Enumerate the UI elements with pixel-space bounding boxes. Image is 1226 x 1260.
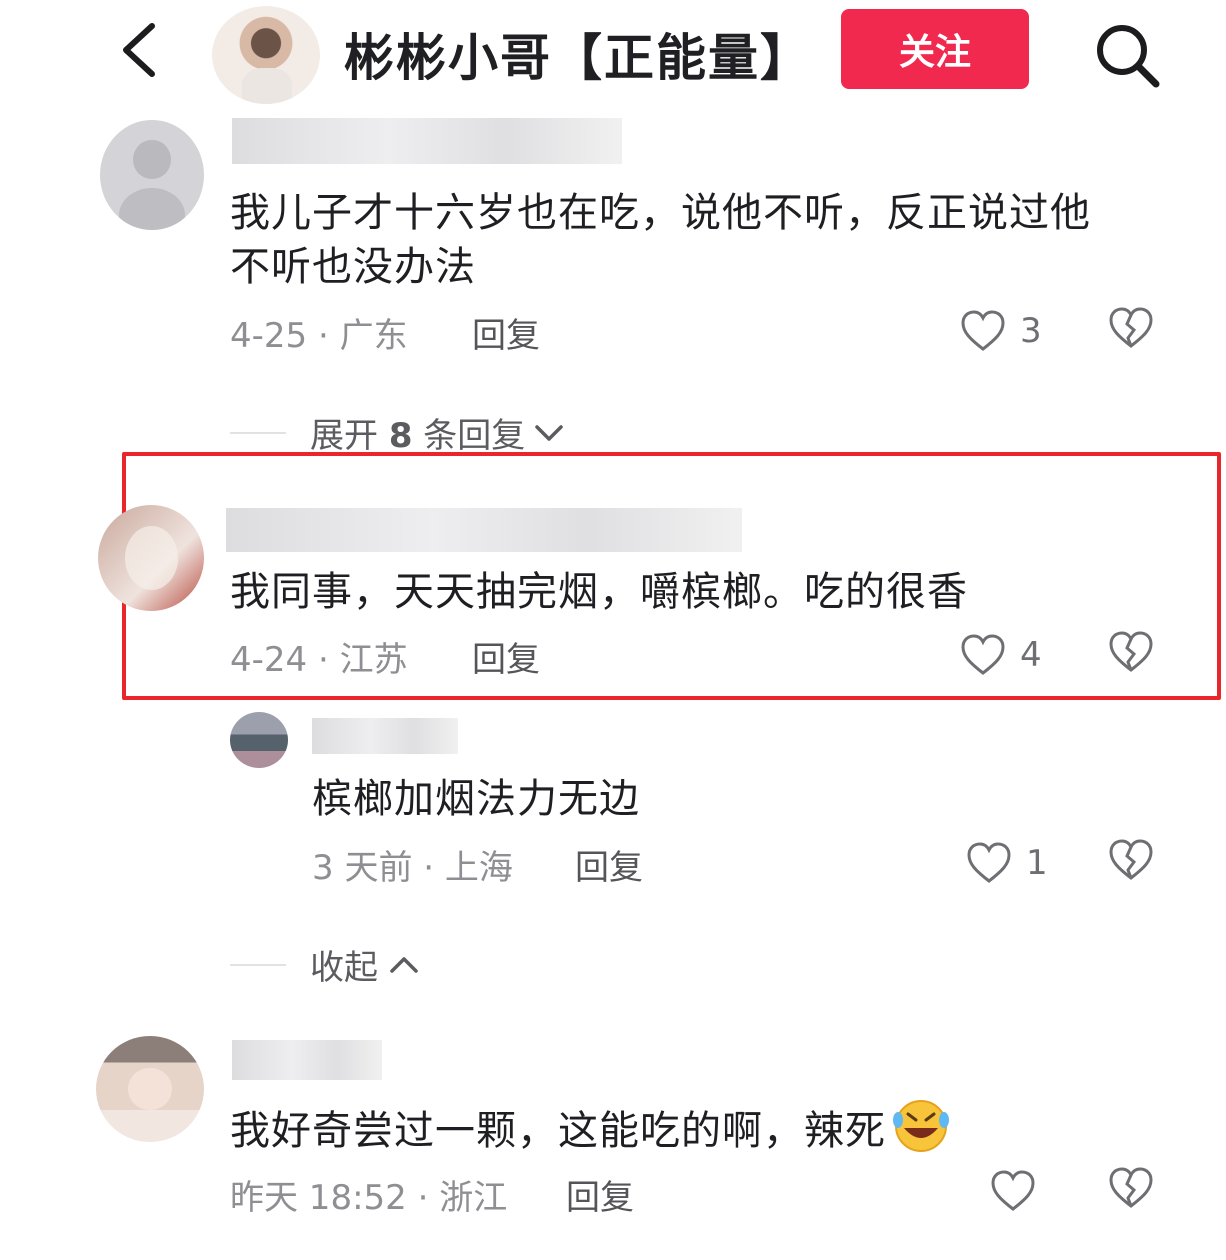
comment-meta: 昨天 18:52 · 浙江 (230, 1170, 507, 1219)
like-button[interactable]: 1 (966, 838, 1048, 888)
collapse-replies-button[interactable]: 收起 (230, 940, 422, 989)
reply-button[interactable]: 回复 (575, 840, 643, 889)
expand-prefix: 展开 (310, 416, 378, 456)
reply-text: 槟榔加烟法力无边 (312, 776, 640, 822)
like-button[interactable]: 3 (960, 306, 1042, 356)
commenter-avatar[interactable] (98, 505, 204, 611)
comment-date: 昨天 18:52 (230, 1178, 407, 1218)
broken-heart-icon (1109, 307, 1153, 348)
reply-date: 3 天前 (312, 848, 413, 888)
comment-text: 我儿子才十六岁也在吃，说他不听，反正说过他不听也没办法 (230, 190, 1091, 290)
search-icon (1097, 25, 1160, 88)
commenter-avatar[interactable] (100, 120, 204, 230)
comment-location: 广东 (339, 316, 408, 356)
chevron-down-icon (535, 424, 564, 441)
divider-line (230, 431, 286, 434)
reply-button[interactable]: 回复 (472, 308, 540, 357)
broken-heart-icon (1109, 631, 1153, 672)
back-button[interactable] (112, 18, 172, 82)
collapse-label: 收起 (310, 948, 378, 988)
like-button[interactable]: 4 (960, 630, 1042, 680)
broken-heart-icon (1109, 1167, 1153, 1208)
like-count: 4 (1020, 635, 1042, 675)
expand-replies-button[interactable]: 展开 8 条回复 (230, 408, 567, 457)
blurred-username (226, 508, 742, 552)
comment-text: 我好奇尝过一颗，这能吃的啊，辣死 (230, 1098, 1130, 1168)
reply-button[interactable]: 回复 (566, 1170, 634, 1219)
comment-date: 4-25 (230, 316, 308, 356)
meta-separator: · (307, 316, 340, 356)
expand-suffix: 条回复 (423, 416, 526, 456)
heart-icon (961, 634, 1005, 675)
heart-icon (961, 310, 1005, 351)
heart-icon (967, 842, 1011, 883)
rofl-emoji-icon (890, 1098, 952, 1168)
comment-location: 浙江 (439, 1178, 508, 1218)
like-count: 3 (1020, 311, 1042, 351)
follow-button[interactable]: 关注 (841, 9, 1029, 89)
reply-meta: 3 天前 · 上海 (312, 840, 513, 889)
top-bar: 彬彬小哥【正能量】 关注 (0, 0, 1226, 112)
dislike-button[interactable] (1108, 1166, 1158, 1216)
reply-button[interactable]: 回复 (472, 632, 540, 681)
commenter-avatar[interactable] (96, 1036, 204, 1142)
comment-text: 我同事，天天抽完烟，嚼槟榔。吃的很香 (230, 569, 968, 615)
broken-heart-icon (1109, 839, 1153, 880)
search-button[interactable] (1090, 18, 1164, 92)
expand-count: 8 (388, 416, 413, 456)
comment-text-content: 我好奇尝过一颗，这能吃的啊，辣死 (230, 1108, 886, 1154)
creator-avatar[interactable] (212, 6, 320, 104)
comment-meta: 4-24 · 江苏 (230, 632, 408, 681)
chevron-up-icon (390, 956, 418, 973)
like-count: 1 (1026, 843, 1048, 883)
dislike-button[interactable] (1108, 306, 1158, 356)
heart-icon (991, 1170, 1035, 1211)
blurred-username (232, 118, 622, 164)
reply-location: 上海 (444, 848, 513, 888)
comment-date: 4-24 (230, 640, 308, 680)
comment-location: 江苏 (339, 640, 408, 680)
dislike-button[interactable] (1108, 630, 1158, 680)
meta-separator: · (406, 1178, 440, 1218)
dislike-button[interactable] (1108, 838, 1158, 888)
creator-name[interactable]: 彬彬小哥【正能量】 (344, 18, 812, 90)
expand-replies-label: 展开 8 条回复 (310, 408, 525, 457)
chevron-left-icon (123, 23, 155, 77)
replier-avatar[interactable] (230, 712, 288, 768)
meta-separator: · (307, 640, 340, 680)
divider-line (230, 963, 286, 966)
comment-meta: 4-25 · 广东 (230, 308, 408, 357)
like-button[interactable] (990, 1166, 1036, 1216)
meta-separator: · (412, 848, 445, 888)
blurred-username (312, 718, 458, 754)
blurred-username (232, 1040, 382, 1080)
